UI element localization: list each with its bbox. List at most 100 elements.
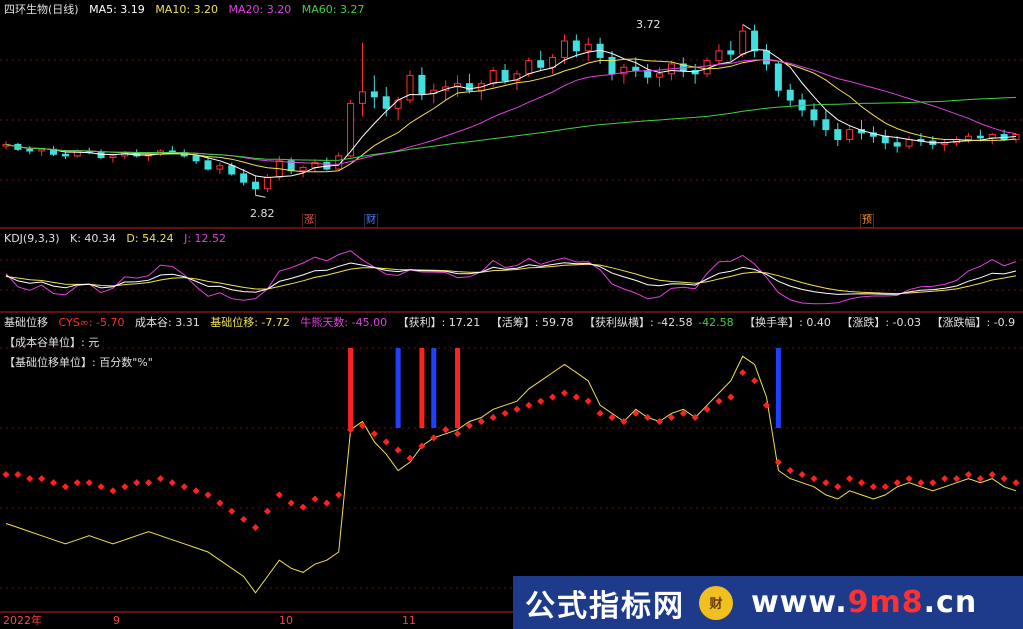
cys-dot-26 — [311, 495, 319, 503]
cys-dot-67 — [798, 471, 806, 479]
candle-body-83 — [988, 134, 996, 139]
candle-body-5 — [61, 153, 69, 157]
low-price-label: 2.82 — [250, 207, 275, 220]
cys-dot-9 — [109, 487, 117, 495]
cys-dot-70 — [834, 483, 842, 491]
base-shift-line — [5, 355, 1017, 594]
cys-dot-72 — [857, 479, 866, 487]
cys-dot-54 — [644, 413, 652, 421]
candle-body-55 — [656, 73, 664, 78]
cys-dot-7 — [85, 479, 93, 487]
cys-dot-34 — [406, 454, 414, 462]
cys-dot-3 — [38, 475, 46, 483]
cys-dot-65 — [774, 458, 782, 466]
candle-body-19 — [228, 165, 236, 175]
indicator-title: 基础位移 — [4, 316, 48, 329]
cys-dot-77 — [917, 479, 925, 487]
cys-dot-31 — [370, 430, 378, 438]
cys-dot-6 — [73, 479, 81, 487]
candle-body-59 — [703, 60, 711, 75]
candle-body-62 — [739, 30, 747, 55]
candle-body-35 — [418, 74, 426, 95]
candle-body-82 — [976, 135, 984, 139]
candle-body-16 — [192, 155, 200, 162]
cys-dot-15 — [180, 483, 188, 491]
cys-dot-13 — [156, 475, 165, 483]
main-legend: 四环生物(日线) MA5: 3.19 MA10: 3.20 MA20: 3.20… — [4, 3, 371, 16]
cys-dot-36 — [430, 434, 438, 442]
cys-dot-12 — [145, 479, 153, 487]
indicator-turnover: 【换手率】: 0.40 — [744, 316, 831, 329]
cys-dot-66 — [786, 466, 794, 474]
candle-body-2 — [26, 148, 34, 152]
candle-body-29 — [347, 102, 355, 157]
candle-body-33 — [394, 99, 402, 109]
high-price-label: 3.72 — [636, 18, 661, 31]
cys-dot-14 — [168, 479, 176, 487]
candle-body-3 — [38, 148, 46, 152]
cys-dot-84 — [1000, 475, 1008, 483]
candle-body-31 — [370, 91, 378, 98]
event-badge-yu[interactable]: 预 — [860, 214, 874, 228]
cys-dot-78 — [929, 479, 937, 487]
cys-dot-59 — [703, 405, 711, 413]
cys-dot-79 — [941, 475, 949, 483]
event-badge-cai[interactable]: 财 — [364, 214, 378, 228]
chart-title: 四环生物(日线) — [4, 3, 79, 16]
signal-bar-3 — [431, 348, 437, 428]
cys-dot-1 — [14, 471, 22, 479]
cys-dot-82 — [976, 475, 984, 483]
candle-body-44 — [525, 60, 533, 75]
indicator-legend: 基础位移 CYS∞: -5.70 成本谷: 3.31 基础位移: -7.72 牛… — [4, 316, 1022, 329]
ma20-line — [5, 59, 1017, 165]
cys-dot-35 — [418, 442, 426, 450]
candle-body-68 — [810, 109, 818, 121]
signal-bar-2 — [419, 348, 425, 428]
cys-dot-17 — [204, 491, 212, 499]
cys-dot-32 — [382, 438, 390, 446]
cys-dot-42 — [501, 409, 509, 417]
cys-dot-60 — [715, 397, 723, 405]
candle-body-34 — [406, 74, 414, 101]
cys-dot-64 — [762, 401, 771, 409]
x-tick-11: 11 — [402, 614, 416, 627]
indicator-profit-span: 【获利纵横】: -42.58 — [583, 316, 693, 329]
indicator-base-shift: 基础位移: -7.72 — [210, 316, 290, 329]
candle-body-21 — [252, 181, 260, 190]
cys-dot-19 — [228, 507, 236, 515]
cys-dot-47 — [560, 389, 569, 397]
cys-dot-43 — [513, 405, 521, 413]
candle-body-64 — [762, 50, 770, 65]
indicator-change-pct: 【涨跌幅】: -0.9 — [931, 316, 1016, 329]
cys-dot-63 — [751, 377, 759, 385]
cys-dot-46 — [549, 393, 557, 401]
event-badge-zhang[interactable]: 涨 — [302, 214, 316, 228]
cys-dot-49 — [584, 397, 592, 405]
cys-dot-21 — [251, 524, 260, 532]
signal-bar-0 — [348, 348, 354, 428]
cys-dot-23 — [275, 491, 283, 499]
candle-body-54 — [644, 70, 652, 78]
x-tick-2022: 2022年 — [3, 614, 42, 627]
candle-body-61 — [727, 50, 735, 55]
candle-body-46 — [549, 56, 557, 68]
cys-dot-48 — [572, 393, 580, 401]
cys-dot-61 — [727, 393, 735, 401]
candle-body-63 — [751, 30, 759, 52]
cys-dot-0 — [2, 471, 10, 479]
cys-dot-62 — [739, 369, 747, 377]
candle-body-76 — [905, 138, 913, 147]
candle-body-65 — [774, 63, 782, 91]
watermark-banner[interactable]: 公式指标网 财 www.9m8.cn — [513, 576, 1023, 629]
cys-dot-76 — [905, 475, 913, 483]
candle-body-41 — [489, 70, 497, 85]
candle-body-18 — [216, 165, 224, 170]
candle-body-9 — [109, 155, 117, 159]
indicator-cys: CYS∞: -5.70 — [58, 316, 125, 329]
cys-dot-45 — [537, 397, 545, 405]
cys-dot-5 — [61, 483, 69, 491]
kdj-j-value: J: 12.52 — [184, 232, 227, 245]
cys-dot-20 — [240, 515, 248, 523]
indicator-active-chips: 【活筹】: 59.78 — [490, 316, 574, 329]
candle-body-69 — [822, 119, 830, 131]
